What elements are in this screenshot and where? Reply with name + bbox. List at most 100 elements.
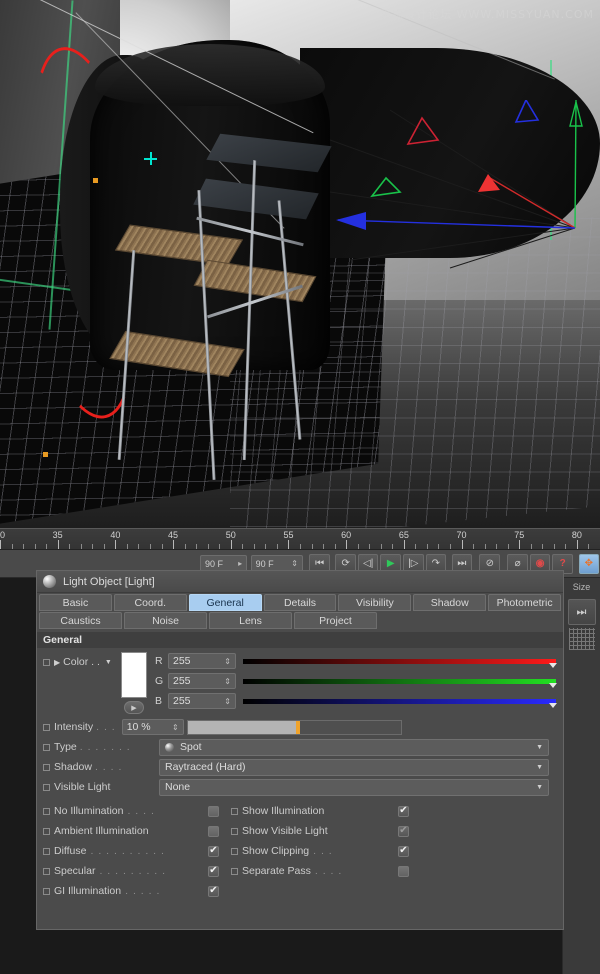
specular-animate-checkbox[interactable]	[43, 868, 50, 875]
panel-title-text: Light Object [Light]	[63, 576, 155, 588]
grid-toggle-button[interactable]	[569, 628, 595, 650]
ruler-tick-minor	[485, 544, 486, 549]
gi-illumination-animate-checkbox[interactable]	[43, 888, 50, 895]
separate-pass-checkbox[interactable]: ✔	[398, 866, 409, 877]
intensity-field[interactable]: 10 % ⇕	[122, 719, 184, 735]
intensity-label: Intensity	[54, 721, 93, 733]
visiblelight-dropdown[interactable]: None▼	[159, 779, 549, 796]
tab-project[interactable]: Project	[294, 612, 377, 629]
channel-label-g: G	[155, 675, 168, 687]
channel-slider-g[interactable]	[243, 678, 556, 685]
ambient-illumination-animate-checkbox[interactable]	[43, 828, 50, 835]
channel-slider-r[interactable]	[243, 658, 556, 665]
row-shadow: Shadow. . . .Raytraced (Hard)▼	[37, 758, 563, 776]
frame-arrow-icon[interactable]: ▸	[238, 560, 242, 567]
tab-basic[interactable]: Basic	[39, 594, 112, 611]
show-clipping-label: Show Clipping	[242, 845, 309, 857]
channel-slider-marker-g[interactable]	[549, 683, 557, 688]
ruler-tick-minor	[554, 544, 555, 549]
move-tool-button[interactable]: ✥	[579, 554, 600, 574]
show-visible-light-checkbox[interactable]: ✔	[398, 826, 409, 837]
channel-slider-marker-b[interactable]	[549, 703, 557, 708]
tab-photometric[interactable]: Photometric	[488, 594, 561, 611]
no-illumination-label: No Illumination	[54, 805, 123, 817]
fast-forward-button[interactable]: ⏭	[568, 599, 596, 625]
shadow-dropdown[interactable]: Raytraced (Hard)▼	[159, 759, 549, 776]
channel-spinner-icon-r[interactable]: ⇕	[224, 658, 231, 665]
tab-row-primary: BasicCoord.GeneralDetailsVisibilityShado…	[37, 593, 563, 611]
channel-label-r: R	[155, 655, 168, 667]
channel-gradient-b	[243, 699, 556, 704]
channel-field-g[interactable]: 255⇕	[168, 673, 236, 689]
ruler-label: 65	[399, 530, 409, 540]
color-channel-row-g: G255⇕	[155, 672, 563, 690]
end-frame-spinner-icon[interactable]: ⇕	[291, 560, 298, 567]
ruler-tick-major	[519, 540, 520, 549]
intensity-dots: . . .	[96, 721, 116, 733]
timeline-ruler[interactable]: 3035404550556065707580	[0, 528, 600, 550]
tab-details[interactable]: Details	[264, 594, 337, 611]
ruler-label: 45	[168, 530, 178, 540]
color-swatch[interactable]	[121, 652, 147, 698]
type-dropdown[interactable]: Spot▼	[159, 739, 549, 756]
chevron-down-icon[interactable]: ▼	[536, 784, 543, 791]
separate-pass-label: Separate Pass	[242, 865, 311, 877]
tab-noise[interactable]: Noise	[124, 612, 207, 629]
type-animate-checkbox[interactable]	[43, 744, 50, 751]
separate-pass-animate-checkbox[interactable]	[231, 868, 238, 875]
diffuse-animate-checkbox[interactable]	[43, 848, 50, 855]
channel-field-b[interactable]: 255⇕	[168, 693, 236, 709]
channel-spinner-icon-b[interactable]: ⇕	[224, 698, 231, 705]
light-gizmo[interactable]	[330, 100, 600, 270]
show-clipping-checkbox[interactable]: ✔	[398, 846, 409, 857]
ruler-tick-minor	[323, 544, 324, 549]
ruler-tick-minor	[565, 544, 566, 549]
channel-value-r: 255	[173, 655, 191, 667]
color-picker-expand-button[interactable]: ▶	[124, 701, 144, 714]
no-illumination-animate-checkbox[interactable]	[43, 808, 50, 815]
show-clipping-animate-checkbox[interactable]	[231, 848, 238, 855]
show-visible-light-animate-checkbox[interactable]	[231, 828, 238, 835]
current-frame-value: 90 F	[205, 559, 223, 569]
no-illumination-checkbox[interactable]: ✔	[208, 806, 219, 817]
channel-slider-marker-r[interactable]	[549, 663, 557, 668]
ruler-tick-minor	[35, 544, 36, 549]
tab-lens[interactable]: Lens	[209, 612, 292, 629]
color-animate-checkbox[interactable]	[43, 659, 50, 666]
tab-visibility[interactable]: Visibility	[338, 594, 411, 611]
show-illumination-label: Show Illumination	[242, 805, 324, 817]
intensity-spinner-icon[interactable]: ⇕	[172, 724, 179, 731]
ambient-illumination-checkbox[interactable]: ✔	[208, 826, 219, 837]
ruler-tick-minor	[335, 544, 336, 549]
diffuse-checkbox[interactable]: ✔	[208, 846, 219, 857]
intensity-slider-knob[interactable]	[296, 721, 300, 734]
ruler-label: 75	[514, 530, 524, 540]
intensity-slider[interactable]	[187, 720, 402, 735]
ruler-tick-minor	[208, 544, 209, 549]
ruler-tick-minor	[381, 544, 382, 549]
tab-caustics[interactable]: Caustics	[39, 612, 122, 629]
shadow-animate-checkbox[interactable]	[43, 764, 50, 771]
tab-coord[interactable]: Coord.	[114, 594, 187, 611]
visiblelight-animate-checkbox[interactable]	[43, 784, 50, 791]
viewport-3d[interactable]: 思缘设计论坛 WWW.MISSYUAN.COM	[0, 0, 600, 528]
channel-spinner-icon-g[interactable]: ⇕	[224, 678, 231, 685]
channel-slider-b[interactable]	[243, 698, 556, 705]
tab-general[interactable]: General	[189, 594, 262, 611]
color-expand-icon[interactable]: ▶	[54, 658, 60, 667]
tab-shadow[interactable]: Shadow	[413, 594, 486, 611]
ruler-tick-minor	[496, 544, 497, 549]
specular-checkbox[interactable]: ✔	[208, 866, 219, 877]
ruler-tick-minor	[369, 544, 370, 549]
gi-illumination-checkbox[interactable]: ✔	[208, 886, 219, 897]
intensity-animate-checkbox[interactable]	[43, 724, 50, 731]
chevron-down-icon[interactable]: ▼	[536, 764, 543, 771]
channel-field-r[interactable]: 255 ⇕	[168, 653, 236, 669]
selection-cross-icon	[144, 152, 157, 165]
show-illumination-animate-checkbox[interactable]	[231, 808, 238, 815]
chevron-down-icon[interactable]: ▼	[536, 744, 543, 751]
diffuse-dots: . . . . . . . . . .	[91, 845, 165, 857]
color-dropdown-icon[interactable]: ▼	[105, 659, 112, 666]
ruler-label: 80	[572, 530, 582, 540]
show-illumination-checkbox[interactable]: ✔	[398, 806, 409, 817]
